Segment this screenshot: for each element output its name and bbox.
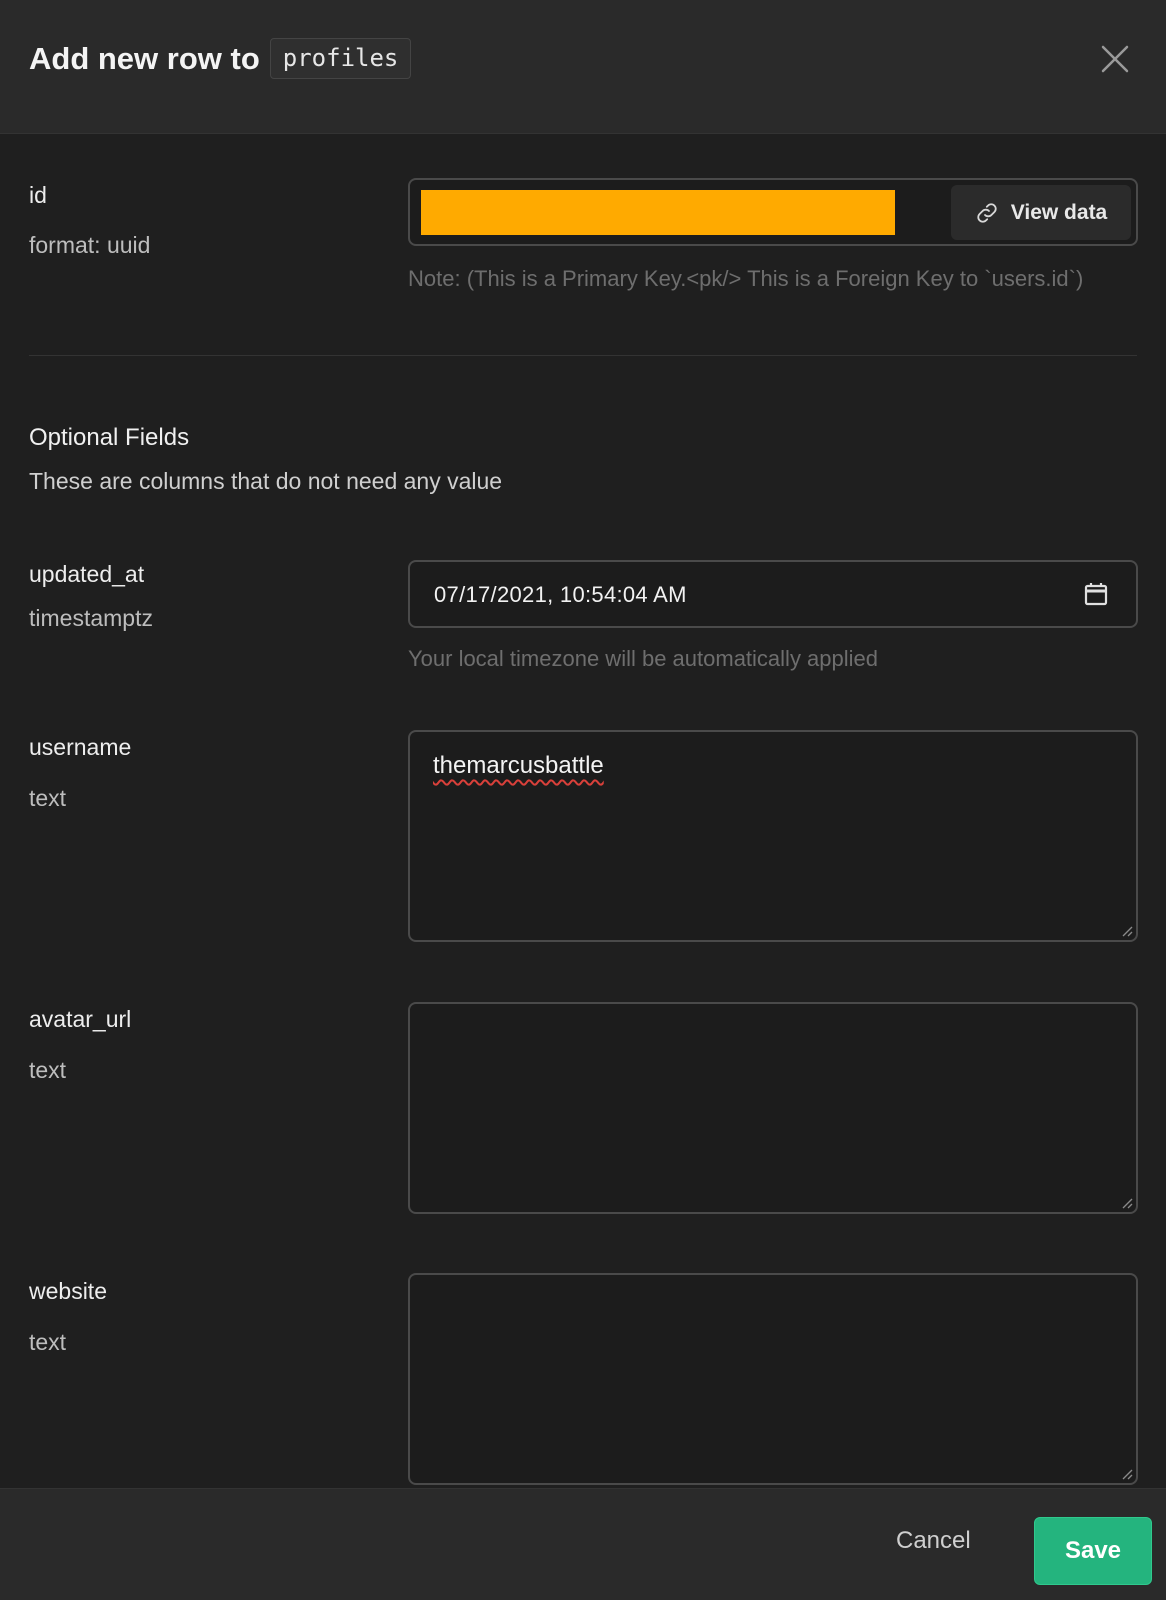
view-data-label: View data [1010, 200, 1108, 224]
table-name-tag: profiles [269, 38, 412, 79]
id-note: Note: (This is a Primary Key.<pk/> This … [408, 266, 1084, 291]
website-textarea[interactable] [408, 1273, 1138, 1485]
updated-at-value: 07/17/2021, 10:54:04 AM [434, 582, 687, 607]
modal-body: id format: uuid View data Note: (This is… [0, 134, 1166, 1488]
modal-title: Add new row to profiles [29, 38, 412, 79]
website-label: website [29, 1278, 107, 1304]
username-type: text [29, 785, 67, 811]
website-type: text [29, 1329, 67, 1355]
username-value: themarcusbattle [433, 752, 604, 779]
resize-handle-icon[interactable] [1119, 1195, 1133, 1209]
view-data-button[interactable]: View data [951, 185, 1131, 240]
id-format: format: uuid [29, 232, 151, 258]
avatar-url-type: text [29, 1057, 67, 1083]
optional-fields-title: Optional Fields [29, 424, 190, 451]
optional-fields-description: These are columns that do not need any v… [29, 468, 503, 494]
updated-at-input[interactable]: 07/17/2021, 10:54:04 AM [408, 560, 1138, 628]
modal-title-text: Add new row to [29, 40, 260, 76]
calendar-icon[interactable] [1082, 580, 1110, 608]
id-redacted-value [421, 190, 895, 235]
id-input[interactable]: View data [408, 178, 1138, 246]
modal-footer: Cancel Save [0, 1488, 1166, 1600]
divider [29, 355, 1137, 356]
avatar-url-label: avatar_url [29, 1006, 132, 1032]
avatar-url-textarea[interactable] [408, 1002, 1138, 1214]
cancel-button[interactable]: Cancel [896, 1527, 971, 1555]
username-textarea[interactable]: themarcusbattle [408, 730, 1138, 942]
save-button[interactable]: Save [1034, 1517, 1152, 1585]
id-label: id [29, 182, 47, 208]
updated-at-type: timestamptz [29, 605, 153, 631]
timezone-note: Your local timezone will be automaticall… [408, 646, 879, 671]
link-icon [977, 202, 997, 223]
modal-header: Add new row to profiles [0, 0, 1166, 134]
updated-at-label: updated_at [29, 561, 145, 587]
resize-handle-icon[interactable] [1119, 1466, 1133, 1480]
username-label: username [29, 734, 132, 760]
resize-handle-icon[interactable] [1119, 923, 1133, 937]
close-icon[interactable] [1098, 42, 1132, 76]
